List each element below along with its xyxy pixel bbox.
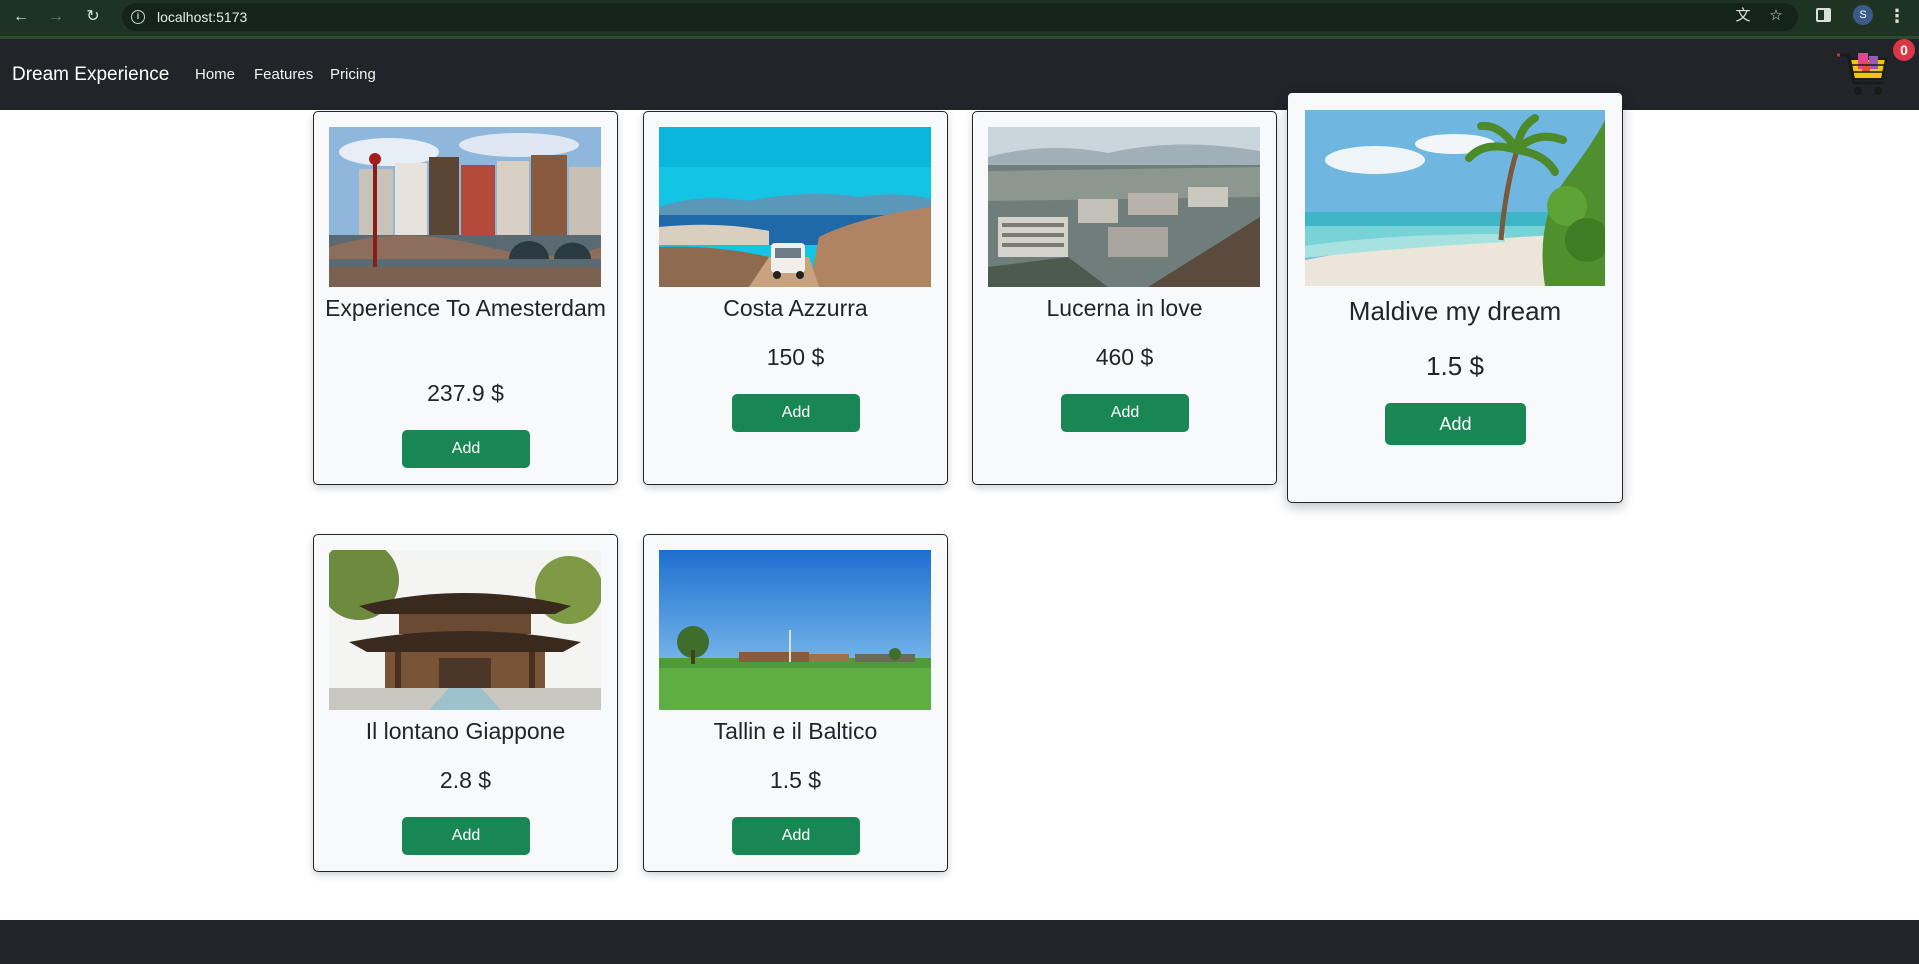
browser-menu-icon[interactable]: ⋮ [1888, 4, 1906, 28]
lucerne-city-aerial-image [988, 127, 1260, 287]
app-navbar: Dream Experience Home Features Pricing 0 [0, 39, 1919, 110]
product-price: 1.5 $ [769, 767, 822, 793]
product-card: Experience To Amesterdam 237.9 $ Add [313, 111, 618, 485]
cart-count-badge: 0 [1893, 39, 1915, 61]
forward-arrow-icon[interactable]: → [44, 5, 68, 29]
product-title: Lucerna in love [1046, 295, 1203, 321]
reload-icon[interactable]: ↻ [81, 5, 105, 29]
japanese-temple-gate-image [329, 550, 601, 710]
product-title: Il lontano Giappone [365, 718, 566, 744]
page-footer [0, 920, 1919, 964]
add-to-cart-button[interactable]: Add [1061, 394, 1189, 432]
product-title: Maldive my dream [1348, 296, 1562, 326]
product-title: Tallin e il Baltico [713, 718, 878, 744]
add-to-cart-button[interactable]: Add [402, 817, 530, 855]
product-price: 460 $ [1095, 344, 1154, 370]
product-title: Experience To Amesterdam [325, 295, 606, 321]
site-info-icon[interactable]: i [131, 10, 145, 24]
shopping-cart-icon[interactable] [1836, 45, 1892, 101]
product-card: Lucerna in love 460 $ Add [972, 111, 1277, 485]
product-price: 150 $ [766, 344, 825, 370]
product-card: Costa Azzurra 150 $ Add [643, 111, 948, 485]
add-to-cart-button[interactable]: Add [732, 817, 860, 855]
product-price: 237.9 $ [427, 380, 504, 406]
add-to-cart-button[interactable]: Add [1385, 403, 1526, 445]
maldives-beach-palm-image [1305, 110, 1605, 286]
product-title: Costa Azzurra [723, 295, 868, 321]
product-price: 2.8 $ [439, 767, 492, 793]
nav-link-pricing[interactable]: Pricing [330, 66, 376, 83]
profile-avatar[interactable]: S [1853, 5, 1873, 25]
address-url[interactable]: localhost:5173 [157, 9, 247, 25]
green-field-blue-sky-image [659, 550, 931, 710]
nav-link-features[interactable]: Features [254, 66, 313, 83]
product-price: 1.5 $ [1426, 351, 1484, 381]
add-to-cart-button[interactable]: Add [402, 430, 530, 468]
product-card: Tallin e il Baltico 1.5 $ Add [643, 534, 948, 872]
translate-icon[interactable]: 文 [1733, 6, 1753, 26]
bookmark-star-icon[interactable]: ☆ [1766, 6, 1786, 26]
side-panel-icon[interactable] [1816, 8, 1831, 22]
product-card: Maldive my dream 1.5 $ Add [1287, 92, 1623, 503]
amsterdam-canal-houses-image [329, 127, 601, 287]
coast-camper-van-image [659, 127, 931, 287]
address-bar[interactable]: i localhost:5173 [122, 3, 1798, 31]
browser-toolbar: ← → ↻ i localhost:5173 文 ☆ S ⋮ [0, 0, 1919, 39]
nav-link-home[interactable]: Home [195, 66, 235, 83]
brand-link[interactable]: Dream Experience [12, 64, 169, 86]
product-card: Il lontano Giappone 2.8 $ Add [313, 534, 618, 872]
add-to-cart-button[interactable]: Add [732, 394, 860, 432]
back-arrow-icon[interactable]: ← [9, 5, 33, 29]
